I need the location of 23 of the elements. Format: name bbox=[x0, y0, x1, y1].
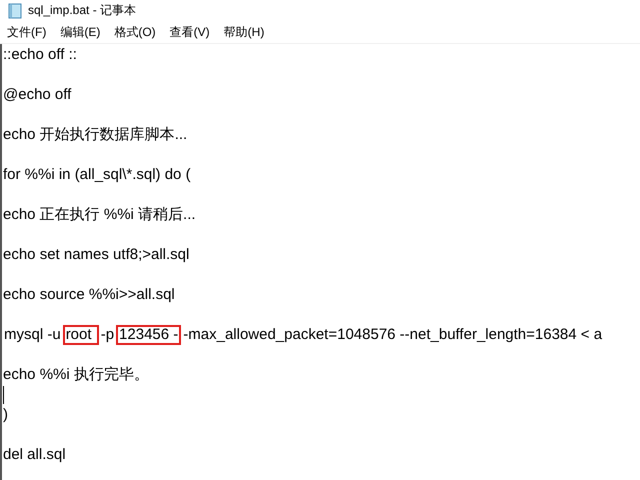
command-text: -p bbox=[100, 325, 116, 345]
menu-item[interactable]: 帮助(H) bbox=[218, 22, 270, 42]
command-text: -max_allowed_packet=1048576 --net_buffer_length=16384 < a bbox=[182, 325, 604, 345]
text-line: echo 正在执行 %%i 请稍后... bbox=[3, 205, 197, 225]
menu-item[interactable]: 编辑(E) bbox=[55, 22, 106, 42]
text-line: del all.sql bbox=[3, 445, 67, 465]
text-line: echo source %%i>>all.sql bbox=[3, 285, 176, 305]
text-cursor bbox=[3, 386, 4, 404]
window-title: sql_imp.bat - 记事本 bbox=[28, 2, 136, 19]
highlighted-text: root bbox=[62, 325, 99, 345]
text-line: for %%i in (all_sql\*.sql) do ( bbox=[3, 165, 192, 185]
menu-item[interactable]: 文件(F) bbox=[2, 22, 52, 42]
menu-item[interactable]: 查看(V) bbox=[164, 22, 215, 42]
text-line: ::echo off :: bbox=[3, 45, 78, 65]
notepad-icon bbox=[8, 2, 22, 18]
text-line: echo set names utf8;>all.sql bbox=[3, 245, 190, 265]
text-line: echo %%i 执行完毕。 bbox=[3, 365, 150, 385]
menu-item[interactable]: 格式(O) bbox=[109, 22, 161, 42]
command-text: mysql -u bbox=[3, 325, 62, 345]
highlighted-text: 123456 - bbox=[116, 325, 182, 345]
text-line: @echo off bbox=[3, 85, 72, 105]
text-line: echo 开始执行数据库脚本... bbox=[3, 125, 188, 145]
text-line: ) bbox=[3, 405, 9, 425]
